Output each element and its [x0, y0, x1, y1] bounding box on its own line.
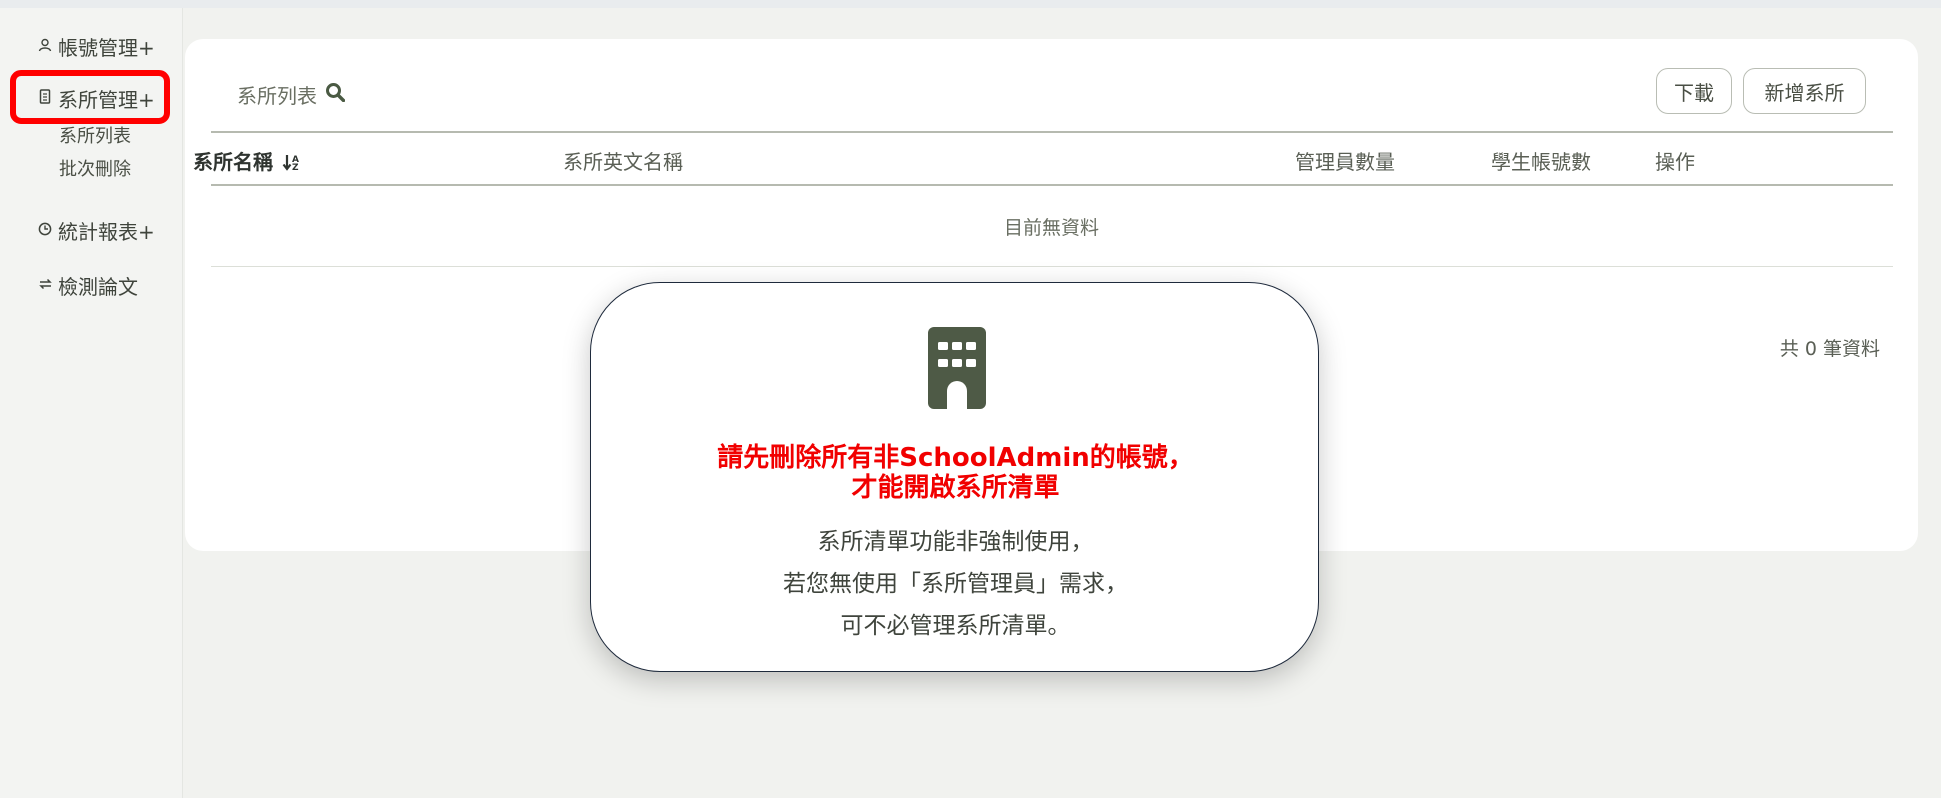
- refresh-icon: [36, 277, 54, 295]
- user-icon: [36, 38, 54, 56]
- sidebar-item-account[interactable]: 帳號管理+: [36, 32, 155, 61]
- table-header-top-border: [211, 131, 1893, 133]
- building-icon: [928, 327, 986, 413]
- add-dept-button[interactable]: 新增系所: [1743, 68, 1866, 114]
- table-header-bottom-border: [211, 184, 1893, 186]
- sidebar-item-stats[interactable]: 統計報表+: [36, 216, 155, 245]
- column-header-admin-count[interactable]: 管理員數量: [1295, 146, 1395, 175]
- clock-icon: [36, 222, 54, 240]
- card-header: 系所列表: [237, 80, 346, 109]
- highlight-box: [10, 70, 170, 124]
- info-popup: 請先刪除所有非SchoolAdmin的帳號， 才能開啟系所清單 系所清單功能非強…: [590, 282, 1319, 672]
- svg-text:Z: Z: [292, 163, 299, 171]
- download-button[interactable]: 下載: [1656, 68, 1732, 114]
- column-header-dept-name[interactable]: 系所名稱 AZ: [193, 146, 304, 176]
- sidebar-subitem-batch-delete[interactable]: 批次刪除: [59, 155, 131, 181]
- sidebar-subitem-dept-list[interactable]: 系所列表: [59, 122, 131, 148]
- column-header-actions: 操作: [1655, 150, 1695, 174]
- warning-message: 請先刪除所有非SchoolAdmin的帳號， 才能開啟系所清單: [717, 443, 1194, 503]
- top-bar: [0, 0, 1941, 8]
- column-header-dept-en-name[interactable]: 系所英文名稱: [563, 146, 683, 175]
- sidebar-item-label: 統計報表+: [58, 220, 155, 244]
- sidebar: 帳號管理+ 系所管理+ 系所列表 批次刪除 統計報表+ 檢測論文: [0, 8, 183, 798]
- sidebar-item-label: 檢測論文: [58, 275, 138, 299]
- search-icon[interactable]: [325, 82, 346, 107]
- sidebar-item-detect[interactable]: 檢測論文: [36, 271, 138, 300]
- info-message: 系所清單功能非強制使用， 若您無使用「系所管理員」需求， 可不必管理系所清單。: [783, 529, 1128, 639]
- page-title: 系所列表: [237, 84, 317, 108]
- empty-message: 目前無資料: [1003, 217, 1099, 239]
- column-header-student-count[interactable]: 學生帳號數: [1491, 146, 1591, 175]
- sort-icon[interactable]: AZ: [282, 152, 304, 176]
- sidebar-item-label: 帳號管理+: [58, 36, 155, 60]
- total-count: 共 0 筆資料: [1779, 338, 1880, 360]
- table-row-divider: [211, 266, 1893, 267]
